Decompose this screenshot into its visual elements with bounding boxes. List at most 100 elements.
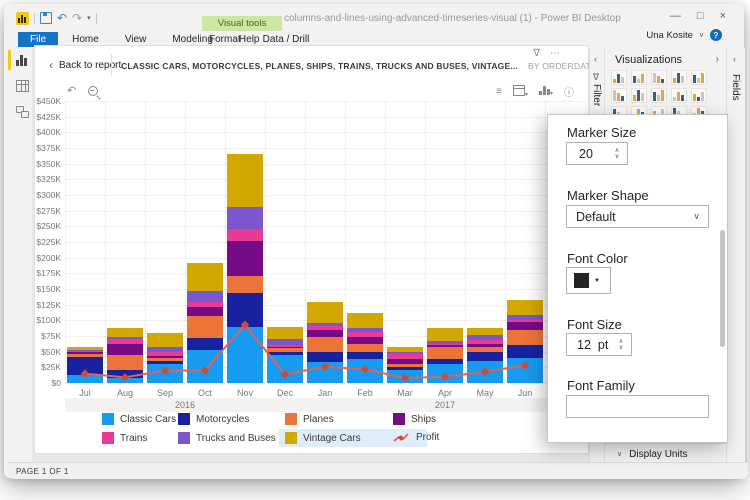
legend-item-motorcycles[interactable]: Motorcycles [178, 413, 249, 425]
bar-segment-planes[interactable] [347, 344, 383, 352]
bar-segment-trucks-and-buses[interactable] [307, 323, 343, 326]
bar-segment-trains[interactable] [347, 332, 383, 337]
undo-icon[interactable]: ↶ [57, 13, 67, 23]
account-area[interactable]: Una Kosite ∨ ? [646, 29, 722, 41]
bar-segment-trucks-and-buses[interactable] [387, 352, 423, 354]
bar-segment-classic-cars[interactable] [467, 361, 503, 383]
bar-segment-trucks-and-buses[interactable] [67, 350, 103, 351]
line-chart-icon[interactable] [631, 88, 647, 103]
stepper-arrows-icon[interactable]: ∧∨ [610, 144, 624, 163]
bar-segment-vintage-cars[interactable] [147, 333, 183, 347]
marker-size-stepper[interactable]: 20 ∧∨ [566, 142, 628, 165]
bar-segment-trains[interactable] [187, 302, 223, 307]
bar-segment-motorcycles[interactable] [507, 345, 543, 358]
font-color-picker[interactable]: ▼ [566, 267, 611, 294]
stepper-arrows-icon[interactable]: ∧∨ [614, 335, 628, 354]
legend-item-planes[interactable]: Planes [285, 413, 334, 425]
bar-segment-planes[interactable] [67, 354, 103, 357]
bar-segment-planes[interactable] [107, 355, 143, 369]
legend-item-trucks-and-buses[interactable]: Trucks and Buses [178, 432, 276, 444]
bar-segment-vintage-cars[interactable] [467, 328, 503, 336]
qat-customize-icon[interactable]: ▾ [87, 14, 91, 22]
bar-segment-motorcycles[interactable] [107, 370, 143, 378]
maximize-button[interactable]: □ [697, 10, 704, 22]
bar-segment-planes[interactable] [467, 347, 503, 352]
expand-chevron-icon[interactable]: ‹ [594, 54, 597, 64]
bar-segment-trains[interactable] [227, 229, 263, 242]
chevron-down-icon[interactable]: ∨ [699, 31, 704, 39]
collapse-chevron-icon[interactable]: › [716, 54, 719, 65]
bar-segment-trains[interactable] [387, 354, 423, 359]
bar-segment-trucks-and-buses[interactable] [187, 291, 223, 302]
bar-segment-motorcycles[interactable] [347, 352, 383, 360]
bar-segment-ships[interactable] [267, 347, 303, 348]
bar-segment-ships[interactable] [507, 322, 543, 330]
line-and-stacked-column-chart-icon[interactable] [691, 88, 707, 103]
bar-segment-motorcycles[interactable] [67, 357, 103, 376]
bar-segment-classic-cars[interactable] [147, 364, 183, 383]
bar-segment-vintage-cars[interactable] [307, 302, 343, 323]
legend-item-ships[interactable]: Ships [393, 413, 436, 425]
bar-segment-planes[interactable] [187, 316, 223, 338]
menu-modeling[interactable]: Modeling [172, 34, 213, 45]
clustered-column-chart-icon[interactable] [671, 70, 687, 85]
bar-segment-trucks-and-buses[interactable] [347, 328, 383, 331]
bar-segment-planes[interactable] [227, 276, 263, 294]
bar-segment-vintage-cars[interactable] [427, 328, 463, 341]
font-size-stepper[interactable]: 12 pt ∧∨ [566, 333, 632, 356]
area-chart-icon[interactable] [651, 88, 667, 103]
redo-icon[interactable]: ↷ [72, 13, 82, 23]
bar-segment-ships[interactable] [427, 345, 463, 346]
bar-segment-classic-cars[interactable] [107, 378, 143, 383]
bar-segment-trains[interactable] [147, 352, 183, 356]
menu-view[interactable]: View [125, 34, 147, 45]
bar-segment-trains[interactable] [107, 339, 143, 344]
account-name[interactable]: Una Kosite [646, 30, 692, 41]
bar-segment-trucks-and-buses[interactable] [147, 347, 183, 352]
bar-segment-ships[interactable] [147, 356, 183, 358]
bar-segment-planes[interactable] [387, 364, 423, 367]
bar-segment-motorcycles[interactable] [147, 361, 183, 364]
bar-segment-classic-cars[interactable] [227, 327, 263, 383]
bar-segment-classic-cars[interactable] [427, 364, 463, 383]
report-view-icon[interactable] [16, 54, 29, 66]
bar-segment-trucks-and-buses[interactable] [107, 337, 143, 339]
close-button[interactable]: × [720, 10, 726, 22]
bar-segment-motorcycles[interactable] [307, 352, 343, 362]
bar-segment-ships[interactable] [107, 344, 143, 355]
save-icon[interactable] [40, 12, 52, 24]
bar-segment-vintage-cars[interactable] [227, 154, 263, 207]
bar-segment-ships[interactable] [307, 330, 343, 338]
bar-segment-vintage-cars[interactable] [347, 313, 383, 329]
minimize-button[interactable]: — [670, 10, 681, 22]
visual-tools-tab[interactable]: Visual tools [202, 16, 282, 31]
legend-item-profit[interactable]: Profit [393, 432, 439, 443]
bar-segment-motorcycles[interactable] [267, 352, 303, 355]
popup-scrollbar[interactable] [720, 230, 725, 347]
bar-segment-planes[interactable] [147, 358, 183, 361]
stacked-area-chart-icon[interactable] [671, 88, 687, 103]
bar-segment-planes[interactable] [267, 348, 303, 352]
legend-item-trains[interactable]: Trains [102, 432, 147, 444]
visual-card[interactable]: ‹ Back to report CLASSIC CARS, MOTORCYCL… [34, 45, 589, 454]
menu-home[interactable]: Home [72, 34, 99, 45]
bar-segment-classic-cars[interactable] [307, 362, 343, 383]
stacked-bar-chart-icon[interactable] [611, 70, 627, 85]
bar-segment-classic-cars[interactable] [267, 355, 303, 383]
bar-segment-trains[interactable] [67, 351, 103, 352]
bar-segment-classic-cars[interactable] [347, 359, 383, 383]
bar-segment-trucks-and-buses[interactable] [467, 335, 503, 340]
bar-segment-planes[interactable] [427, 347, 463, 360]
bar-segment-trucks-and-buses[interactable] [507, 315, 543, 320]
legend-item-classic-cars[interactable]: Classic Cars [102, 413, 176, 425]
bar-segment-vintage-cars[interactable] [107, 328, 143, 337]
stacked-column-chart-icon[interactable] [631, 70, 647, 85]
bar-segment-motorcycles[interactable] [427, 359, 463, 364]
bar-segment-classic-cars[interactable] [507, 358, 543, 383]
bar-segment-vintage-cars[interactable] [387, 347, 423, 352]
bar-segment-motorcycles[interactable] [387, 367, 423, 371]
bar-segment-trains[interactable] [427, 344, 463, 346]
marker-shape-dropdown[interactable]: Default ∨ [566, 205, 709, 228]
bar-segment-trucks-and-buses[interactable] [227, 207, 263, 229]
bar-segment-planes[interactable] [507, 330, 543, 346]
